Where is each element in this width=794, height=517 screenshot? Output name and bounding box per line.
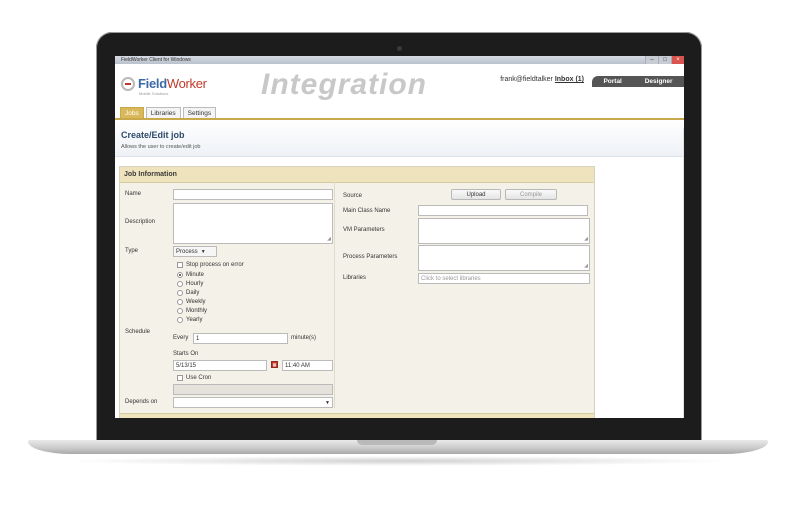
logo-icon <box>121 76 135 91</box>
schedule-radio-monthly[interactable] <box>177 308 183 314</box>
schedule-label: Schedule <box>125 329 151 335</box>
laptop-base-notch <box>357 440 437 445</box>
app-header: FieldWorker Mobile Solutions Integration… <box>115 64 684 104</box>
vm-parameters-label: VM Parameters <box>343 227 385 233</box>
type-label: Type <box>125 248 139 254</box>
main-class-label: Main Class Name <box>343 208 391 214</box>
every-field[interactable]: 1 <box>193 333 288 344</box>
logo-text-accent: Worker <box>166 76 207 91</box>
name-label: Name <box>125 191 142 197</box>
calendar-icon[interactable]: ▦ <box>271 361 278 368</box>
minimize-button[interactable]: – <box>645 56 658 64</box>
schedule-option-label: Monthly <box>186 308 208 314</box>
vm-parameters-field[interactable]: ◢ <box>418 218 590 244</box>
close-button[interactable]: × <box>671 56 684 64</box>
resize-grip-icon: ◢ <box>584 236 588 242</box>
schedule-option-label: Hourly <box>186 281 204 287</box>
schedule-radio-hourly[interactable] <box>177 281 183 287</box>
depends-on-label: Depends on <box>125 399 158 405</box>
schedule-radio-minute[interactable] <box>177 272 183 278</box>
schedule-option-label: Yearly <box>186 317 203 323</box>
page-title: Create/Edit job <box>121 130 185 140</box>
column-divider <box>334 182 335 408</box>
laptop-shadow <box>60 456 736 466</box>
schedule-option-label: Daily <box>186 290 200 296</box>
start-date-field[interactable]: 5/13/15 <box>173 360 267 371</box>
tab-designer[interactable]: Designer <box>645 78 673 85</box>
use-cron-label: Use Cron <box>186 375 212 381</box>
process-parameters-field[interactable]: ◢ <box>418 245 590 271</box>
depends-on-dropdown[interactable]: ▼ <box>173 397 333 408</box>
schedule-option-label: Weekly <box>186 299 206 305</box>
page-description: Allows the user to create/edit job <box>121 144 201 150</box>
process-parameters-label: Process Parameters <box>343 254 398 260</box>
upload-button[interactable]: Upload <box>451 189 501 200</box>
starts-on-label: Starts On <box>173 351 199 357</box>
use-cron-checkbox[interactable] <box>177 375 183 381</box>
schedule-radio-yearly[interactable] <box>177 317 183 323</box>
libraries-label: Libraries <box>343 275 367 281</box>
type-dropdown[interactable]: Process ▼ <box>173 246 217 257</box>
page-header: Create/Edit job Allows the user to creat… <box>115 120 684 157</box>
resize-grip-icon: ◢ <box>584 263 588 269</box>
tab-portal[interactable]: Portal <box>603 78 621 85</box>
scrollbar-edge <box>683 128 684 418</box>
chevron-down-icon: ▼ <box>200 249 206 255</box>
resize-grip-icon: ◢ <box>327 236 331 242</box>
description-label: Description <box>125 219 156 225</box>
page-heading: Integration <box>261 68 427 101</box>
top-tabs: Portal Designer <box>592 76 684 87</box>
window-controls: – □ × <box>645 56 684 64</box>
every-unit-label: minute(s) <box>291 335 317 341</box>
fieldworker-logo: FieldWorker <box>121 76 207 91</box>
logo-text: Field <box>138 76 167 91</box>
start-time-field[interactable]: 11:40 AM <box>282 360 333 371</box>
maximize-button[interactable]: □ <box>658 56 671 64</box>
name-field[interactable] <box>173 189 333 200</box>
inbox-link[interactable]: Inbox (1) <box>555 76 584 83</box>
section-title: Job Information <box>120 167 594 183</box>
cron-expression-field <box>173 384 333 395</box>
user-area: frank@fieldtalker Inbox (1) <box>500 76 584 83</box>
webcam <box>397 46 402 51</box>
description-field[interactable]: ◢ <box>173 203 333 244</box>
schedule-radio-weekly[interactable] <box>177 299 183 305</box>
schedule-option-label: Minute <box>186 272 205 278</box>
stop-on-error-label: Stop process on error <box>186 262 244 268</box>
user-name: frank@fieldtalker <box>500 76 553 83</box>
job-information-panel: Job Information Name Description ◢ Type … <box>119 166 595 418</box>
app-screen: FieldWorker Client for Windows – □ × Fie… <box>115 56 684 418</box>
window-titlebar: FieldWorker Client for Windows – □ × <box>115 56 684 64</box>
logo-subtitle: Mobile Solutions <box>139 91 169 96</box>
every-label: Every <box>173 335 189 341</box>
chevron-down-icon: ▼ <box>325 400 330 406</box>
panel-footer <box>120 413 594 418</box>
source-label: Source <box>343 193 363 199</box>
main-class-field[interactable] <box>418 205 588 216</box>
libraries-field[interactable]: Click to select libraries <box>418 273 590 284</box>
compile-button[interactable]: Compile <box>505 189 557 200</box>
stop-on-error-checkbox[interactable] <box>177 262 183 268</box>
type-value: Process <box>176 249 198 255</box>
window-title: FieldWorker Client for Windows <box>121 57 191 63</box>
schedule-radio-daily[interactable] <box>177 290 183 296</box>
